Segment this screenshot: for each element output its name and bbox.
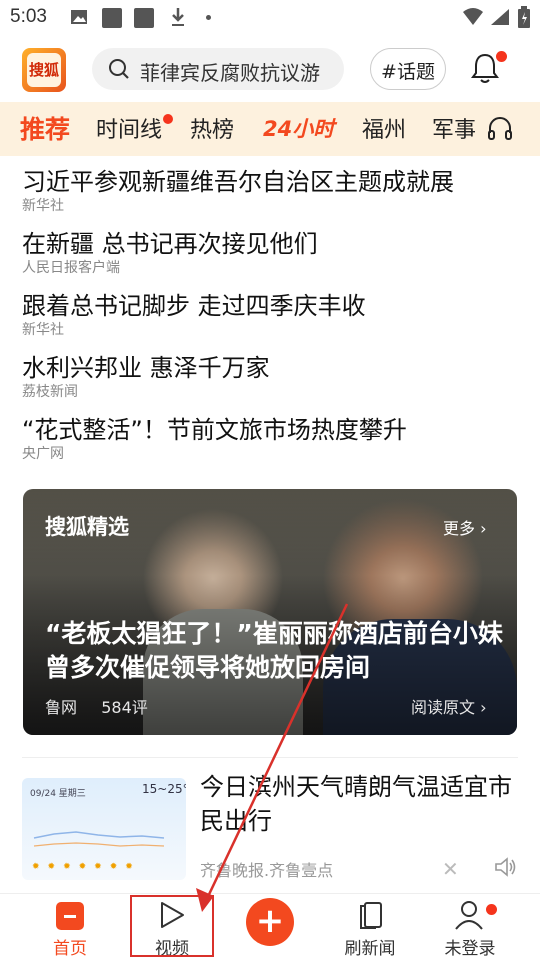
- tab-timeline-dot: [163, 114, 173, 124]
- tab-fuzhou[interactable]: 福州: [362, 112, 406, 144]
- news-item[interactable]: 跟着总书记脚步 走过四季庆丰收 新华社: [22, 291, 522, 339]
- carousel-indicator: [219, 722, 327, 735]
- featured-meta: 鲁网 584评: [45, 694, 148, 718]
- tab-24h[interactable]: 24小时: [263, 113, 334, 143]
- top-bar: 搜狐 菲律宾反腐败抗议游 #话题: [0, 36, 540, 102]
- featured-title: “老板太猖狂了！”崔丽丽称酒店前台小妹曾多次催促领导将她放回房间: [45, 619, 503, 682]
- close-icon[interactable]: ✕: [442, 857, 459, 881]
- wifi-icon: [462, 8, 484, 30]
- notification-dot: [496, 51, 507, 62]
- speaker-icon[interactable]: [494, 856, 518, 882]
- search-placeholder: 菲律宾反腐败抗议游: [140, 61, 320, 85]
- weather-news-title[interactable]: 今日滨州天气晴朗气温适宜市民出行: [200, 770, 520, 838]
- topic-button-label: #话题: [381, 61, 435, 83]
- divider: [22, 757, 518, 758]
- news-source: 新华社: [22, 198, 64, 214]
- image-notification-icon: [70, 9, 88, 29]
- featured-comments: 584评: [101, 698, 148, 717]
- topic-button[interactable]: #话题: [370, 48, 446, 90]
- read-original-link[interactable]: 阅读原文 ›: [411, 694, 487, 718]
- download-icon: [170, 7, 186, 31]
- user-icon: [454, 899, 484, 935]
- highlight-box: [130, 895, 214, 957]
- news-source: 人民日报客户端: [22, 260, 120, 276]
- nav-profile-label: 未登录: [444, 939, 496, 959]
- nav-home[interactable]: 首页: [20, 894, 120, 961]
- news-source: 央广网: [22, 446, 64, 462]
- temperature-chart: [33, 831, 165, 847]
- tab-military[interactable]: 军事: [432, 112, 476, 144]
- notification-icon: [134, 8, 154, 28]
- featured-brand: 搜狐精选: [45, 515, 129, 539]
- sohu-logo[interactable]: 搜狐: [22, 48, 66, 92]
- thumb-date: 09/24 星期三: [30, 789, 86, 799]
- channel-tabs: 推荐 时间线 热榜 24小时 福州 军事: [0, 102, 540, 156]
- news-title: 习近平参观新疆维吾尔自治区主题成就展: [22, 168, 454, 196]
- news-item[interactable]: 在新疆 总书记再次接见他们 人民日报客户端: [22, 229, 522, 277]
- more-link[interactable]: 更多 ›: [443, 515, 487, 539]
- news-title: 在新疆 总书记再次接见他们: [22, 230, 318, 258]
- nav-refresh-label: 刷新闻: [344, 939, 396, 959]
- plus-icon: +: [255, 901, 285, 941]
- news-item[interactable]: “花式整活”！节前文旅市场热度攀升 央广网: [22, 415, 522, 463]
- battery-icon: [518, 6, 530, 32]
- search-bar[interactable]: 菲律宾反腐败抗议游: [92, 48, 344, 90]
- featured-card[interactable]: 搜狐精选 更多 › “老板太猖狂了！”崔丽丽称酒店前台小妹曾多次催促领导将她放回…: [23, 489, 517, 735]
- weather-thumbnail[interactable]: 09/24 星期三 15~25℃ ✹✹✹✹✹✹✹: [22, 778, 186, 880]
- nav-home-label: 首页: [53, 939, 87, 959]
- news-source: 荔枝新闻: [22, 384, 78, 400]
- logo-text: 搜狐: [28, 61, 59, 79]
- more-notifications-icon: [206, 15, 211, 20]
- nav-refresh[interactable]: 刷新闻: [320, 894, 420, 961]
- news-title: “花式整活”！节前文旅市场热度攀升: [22, 416, 407, 444]
- tab-timeline[interactable]: 时间线: [96, 112, 162, 144]
- home-icon: [56, 902, 84, 930]
- featured-source: 鲁网: [45, 698, 78, 717]
- search-icon: [108, 58, 130, 84]
- tab-recommend[interactable]: 推荐: [20, 110, 70, 146]
- sun-icon: ✹✹✹✹✹✹✹: [32, 862, 141, 872]
- news-stack-icon: [356, 900, 384, 934]
- nav-profile[interactable]: 未登录: [420, 894, 520, 961]
- news-title: 跟着总书记脚步 走过四季庆丰收: [22, 292, 366, 320]
- news-source: 新华社: [22, 322, 64, 338]
- headphone-icon[interactable]: [486, 115, 514, 145]
- add-button[interactable]: +: [246, 898, 294, 946]
- news-item[interactable]: 习近平参观新疆维吾尔自治区主题成就展 新华社: [22, 167, 522, 215]
- tab-hot[interactable]: 热榜: [190, 112, 234, 144]
- news-title: 水利兴邦业 惠泽千万家: [22, 354, 270, 382]
- profile-dot: [486, 904, 497, 915]
- signal-icon: [490, 8, 510, 30]
- status-bar: 5:03: [0, 0, 540, 36]
- status-time: 5:03: [10, 6, 47, 27]
- news-item[interactable]: 水利兴邦业 惠泽千万家 荔枝新闻: [22, 353, 522, 401]
- notification-icon: [102, 8, 122, 28]
- weather-news-source: 齐鲁晚报.齐鲁壹点: [200, 861, 334, 880]
- thumb-temp: 15~25℃: [142, 782, 186, 796]
